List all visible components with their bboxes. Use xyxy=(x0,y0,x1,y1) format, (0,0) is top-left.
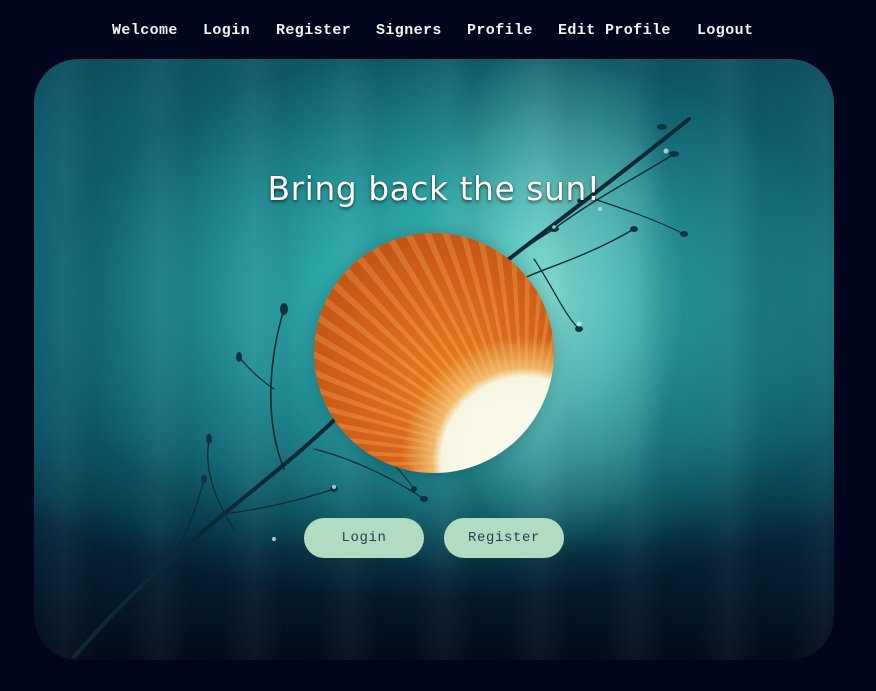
nav-link-welcome[interactable]: Welcome xyxy=(112,22,178,40)
login-button[interactable]: Login xyxy=(304,518,424,558)
hero-panel: Bring back the sun! Login Register xyxy=(34,59,834,660)
sun-image xyxy=(314,233,554,473)
hero-title: Bring back the sun! xyxy=(267,169,601,209)
top-navigation: Welcome Login Register Signers Profile E… xyxy=(0,0,876,62)
nav-link-profile[interactable]: Profile xyxy=(467,22,533,40)
nav-link-register[interactable]: Register xyxy=(276,22,351,40)
register-button[interactable]: Register xyxy=(444,518,564,558)
nav-link-login[interactable]: Login xyxy=(203,22,250,40)
nav-link-signers[interactable]: Signers xyxy=(376,22,442,40)
nav-link-logout[interactable]: Logout xyxy=(697,22,753,40)
nav-link-edit-profile[interactable]: Edit Profile xyxy=(558,22,671,40)
